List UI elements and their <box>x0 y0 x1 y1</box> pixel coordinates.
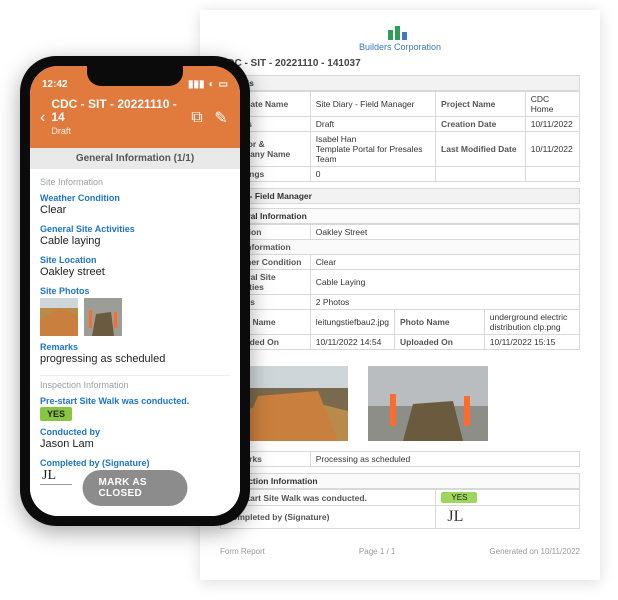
back-button[interactable]: ‹ <box>40 109 45 127</box>
label-remarks: Remarks <box>40 342 230 352</box>
copy-icon[interactable]: ⧉ <box>188 109 206 127</box>
value-activities: Cable laying <box>40 234 230 249</box>
label-photos: Site Photos <box>40 286 230 296</box>
phone-notch <box>87 66 183 86</box>
phone-frame: 12:42 ▮▮▮ ◐ ▭ ‹ CDC - SIT - 20221110 - 1… <box>20 56 250 526</box>
group-site-info: Site Information <box>40 173 230 187</box>
signature-field[interactable]: JL <box>40 468 72 485</box>
report-footer: Form Report Page 1 / 1 Generated on 10/1… <box>220 547 580 556</box>
report-title: CDC - SIT - 20221110 - 141037 <box>220 58 580 69</box>
edit-icon[interactable]: ✎ <box>212 108 230 128</box>
site-photo-1[interactable] <box>40 298 78 336</box>
value-remarks: progressing as scheduled <box>40 352 230 367</box>
value-prestart[interactable]: YES <box>40 407 72 421</box>
section-header: General Information (1/1) <box>30 148 240 169</box>
mark-closed-button[interactable]: MARK AS CLOSED <box>83 470 188 506</box>
remarks-table: RemarksProcessing as scheduled <box>220 451 580 467</box>
report-photo-2 <box>368 366 488 441</box>
signature: JL <box>441 506 469 527</box>
details-heading: Details <box>220 75 580 91</box>
diary-heading: Diary - Field Manager <box>220 188 580 204</box>
yes-badge: YES <box>441 492 477 503</box>
details-table: Template NameSite Diary - Field Manager … <box>220 91 580 182</box>
value-conducted-by: Jason Lam <box>40 437 230 452</box>
value-weather: Clear <box>40 203 230 218</box>
report-photos <box>220 356 580 451</box>
inspection-table: Pre-start Site Walk was conducted. YES C… <box>220 489 580 529</box>
inspection-heading: Inspection Information <box>220 473 580 489</box>
form-body[interactable]: Site Information Weather Condition Clear… <box>30 169 240 516</box>
page-subtitle: Draft <box>51 126 71 136</box>
label-activities: General Site Activities <box>40 224 230 234</box>
site-photo-2[interactable] <box>84 298 122 336</box>
photos-row <box>40 298 230 336</box>
label-prestart: Pre-start Site Walk was conducted. <box>40 396 230 406</box>
status-time: 12:42 <box>42 79 68 90</box>
company-logo: Builders Corporation <box>220 24 580 52</box>
phone-screen: 12:42 ▮▮▮ ◐ ▭ ‹ CDC - SIT - 20221110 - 1… <box>30 66 240 516</box>
value-location: Oakley street <box>40 265 230 280</box>
general-info-heading: General Information <box>220 208 580 224</box>
pdf-report: Builders Corporation CDC - SIT - 2022111… <box>200 10 600 580</box>
general-table: LocationOakley Street Site Information W… <box>220 224 580 350</box>
label-location: Site Location <box>40 255 230 265</box>
wifi-icon: ◐ <box>209 79 215 90</box>
company-name: Builders Corporation <box>359 42 441 52</box>
battery-icon: ▭ <box>219 79 228 90</box>
label-weather: Weather Condition <box>40 193 230 203</box>
signal-icon: ▮▮▮ <box>188 79 205 90</box>
label-conducted-by: Conducted by <box>40 427 230 437</box>
page-title: CDC - SIT - 20221110 - 14 Draft <box>51 98 182 138</box>
label-completed-by: Completed by (Signature) <box>40 458 230 468</box>
group-inspection: Inspection Information <box>40 375 230 390</box>
app-bar: ‹ CDC - SIT - 20221110 - 14 Draft ⧉ ✎ <box>30 92 240 148</box>
